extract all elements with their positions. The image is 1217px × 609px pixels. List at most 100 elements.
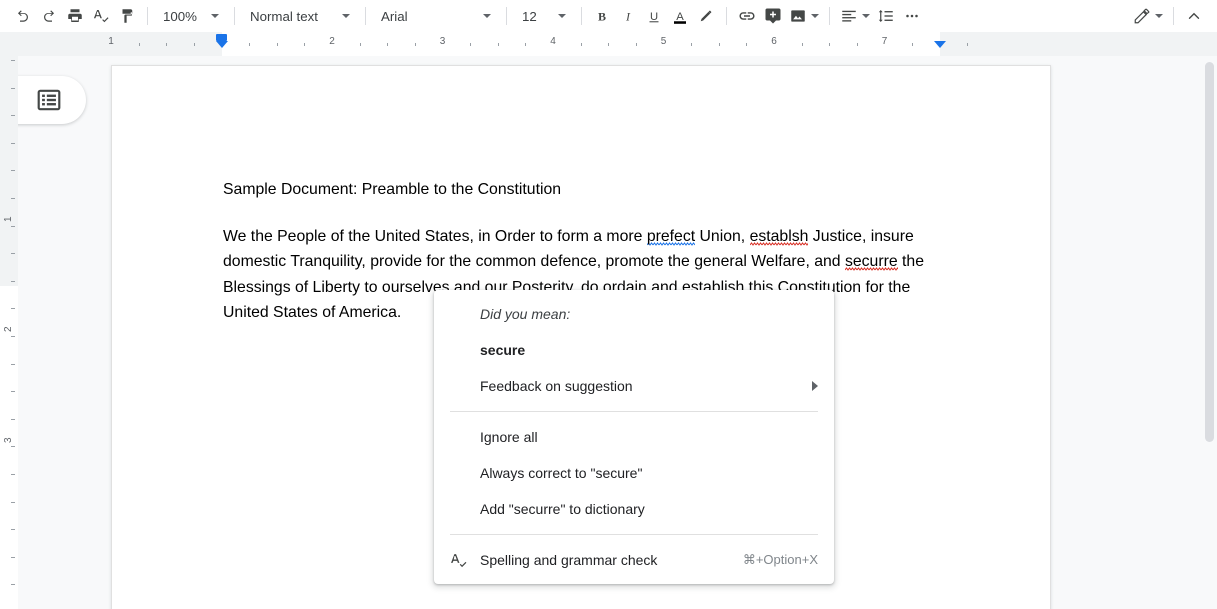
bold-button[interactable]: B (589, 3, 615, 29)
editing-mode-button[interactable] (1130, 3, 1166, 29)
font-size-dropdown[interactable]: 12 (514, 3, 574, 29)
vertical-ruler-tick (11, 143, 15, 144)
font-size-value: 12 (522, 8, 537, 24)
print-icon (68, 9, 82, 22)
link-icon (739, 12, 755, 20)
toolbar-separator (234, 7, 235, 25)
vertical-ruler-tick (11, 253, 15, 254)
vertical-ruler-tick (11, 391, 15, 392)
vertical-ruler-tick (11, 170, 15, 171)
toolbar: 100% Normal text Arial 12 B I U A (0, 0, 1217, 32)
spelling-error-word-establsh[interactable]: establsh (749, 227, 809, 246)
vertical-ruler-tick (11, 115, 15, 116)
hide-menus-button[interactable] (1181, 3, 1207, 29)
italic-button[interactable]: I (615, 3, 641, 29)
chevron-down-icon (1155, 14, 1163, 18)
zoom-dropdown[interactable]: 100% (155, 3, 227, 29)
right-indent-marker[interactable] (934, 41, 946, 48)
first-line-indent-marker[interactable] (216, 34, 227, 41)
vertical-ruler[interactable]: 1 2 3 (0, 56, 18, 609)
spelling-grammar-check-item[interactable]: Spelling and grammar check ⌘+Option+X (434, 542, 834, 578)
ruler-tick (415, 43, 416, 46)
ruler-tick (360, 43, 361, 46)
toolbar-separator (1173, 7, 1174, 25)
suggestion-secure-item[interactable]: secure (434, 332, 834, 368)
line-spacing-icon (878, 10, 893, 22)
ruler-tick (304, 43, 305, 46)
feedback-on-suggestion-item[interactable]: Feedback on suggestion (434, 368, 834, 404)
feedback-label: Feedback on suggestion (480, 378, 633, 394)
image-icon (791, 10, 805, 22)
highlight-color-button[interactable] (693, 3, 719, 29)
left-indent-marker[interactable] (216, 41, 228, 48)
undo-button[interactable] (10, 3, 36, 29)
vertical-ruler-text-area (0, 286, 18, 609)
font-dropdown[interactable]: Arial (373, 3, 499, 29)
comment-plus-icon (765, 8, 781, 24)
chevron-down-icon (342, 14, 350, 18)
always-correct-item[interactable]: Always correct to "secure" (434, 455, 834, 491)
insert-image-button[interactable] (786, 3, 822, 29)
paint-format-button[interactable] (114, 3, 140, 29)
highlighter-icon (700, 10, 712, 22)
pencil-icon (1134, 8, 1150, 24)
vertical-ruler-tick (11, 419, 15, 420)
ruler-number: 5 (660, 36, 667, 47)
underline-icon: U (649, 11, 659, 23)
horizontal-ruler[interactable]: 11234567 (0, 32, 1217, 56)
vertical-ruler-tick (11, 502, 15, 503)
ruler-tick (802, 43, 803, 46)
ruler-tick (912, 43, 913, 46)
toolbar-separator (829, 7, 830, 25)
grammar-error-word[interactable]: prefect (646, 227, 696, 246)
vertical-ruler-tick (11, 557, 15, 558)
more-options-button[interactable] (899, 3, 925, 29)
spelling-grammar-check-label: Spelling and grammar check (480, 552, 658, 568)
add-comment-button[interactable] (760, 3, 786, 29)
scrollbar-thumb[interactable] (1205, 62, 1214, 442)
ruler-tick (608, 43, 609, 46)
vertical-ruler-number: 3 (3, 436, 14, 443)
chevron-down-icon (483, 14, 491, 18)
toolbar-separator (147, 7, 148, 25)
vertical-ruler-tick (11, 364, 15, 365)
spelling-check-button[interactable] (88, 3, 114, 29)
undo-icon (17, 10, 28, 22)
vertical-ruler-tick (11, 529, 15, 530)
ruler-tick (498, 43, 499, 46)
ruler-tick (857, 43, 858, 46)
svg-text:A: A (676, 11, 684, 23)
insert-link-button[interactable] (734, 3, 760, 29)
spelling-context-menu: Did you mean: secure Feedback on suggest… (434, 290, 834, 584)
chevron-down-icon (862, 14, 870, 18)
align-button[interactable] (837, 3, 873, 29)
paragraph-style-dropdown[interactable]: Normal text (242, 3, 358, 29)
print-button[interactable] (62, 3, 88, 29)
ruler-tick (525, 43, 526, 46)
ruler-number: 3 (439, 36, 446, 47)
ruler-number: 2 (329, 36, 335, 47)
add-to-dictionary-item[interactable]: Add "securre" to dictionary (434, 491, 834, 527)
vertical-scrollbar[interactable] (1202, 56, 1217, 609)
vertical-ruler-tick (11, 584, 15, 585)
svg-text:U: U (650, 11, 658, 23)
spellcheck-glyph-icon (450, 553, 466, 567)
redo-button[interactable] (36, 3, 62, 29)
svg-text:B: B (598, 10, 606, 24)
ruler-tick (829, 43, 830, 46)
vertical-ruler-tick (11, 226, 15, 227)
ignore-all-item[interactable]: Ignore all (434, 419, 834, 455)
bold-icon: B (598, 10, 606, 24)
more-horizontal-icon (906, 14, 918, 18)
did-you-mean-label: Did you mean: (480, 306, 571, 322)
underline-button[interactable]: U (641, 3, 667, 29)
document-title-line: Sample Document: Preamble to the Constit… (223, 181, 562, 198)
show-document-outline-button[interactable] (18, 76, 86, 124)
vertical-ruler-tick (11, 474, 15, 475)
line-spacing-button[interactable] (873, 3, 899, 29)
text-color-button[interactable]: A (667, 3, 693, 29)
vertical-ruler-tick (11, 198, 15, 199)
ruler-number: 7 (881, 36, 888, 47)
spelling-error-word-securre[interactable]: securre (844, 253, 898, 271)
ruler-tick (967, 43, 968, 46)
